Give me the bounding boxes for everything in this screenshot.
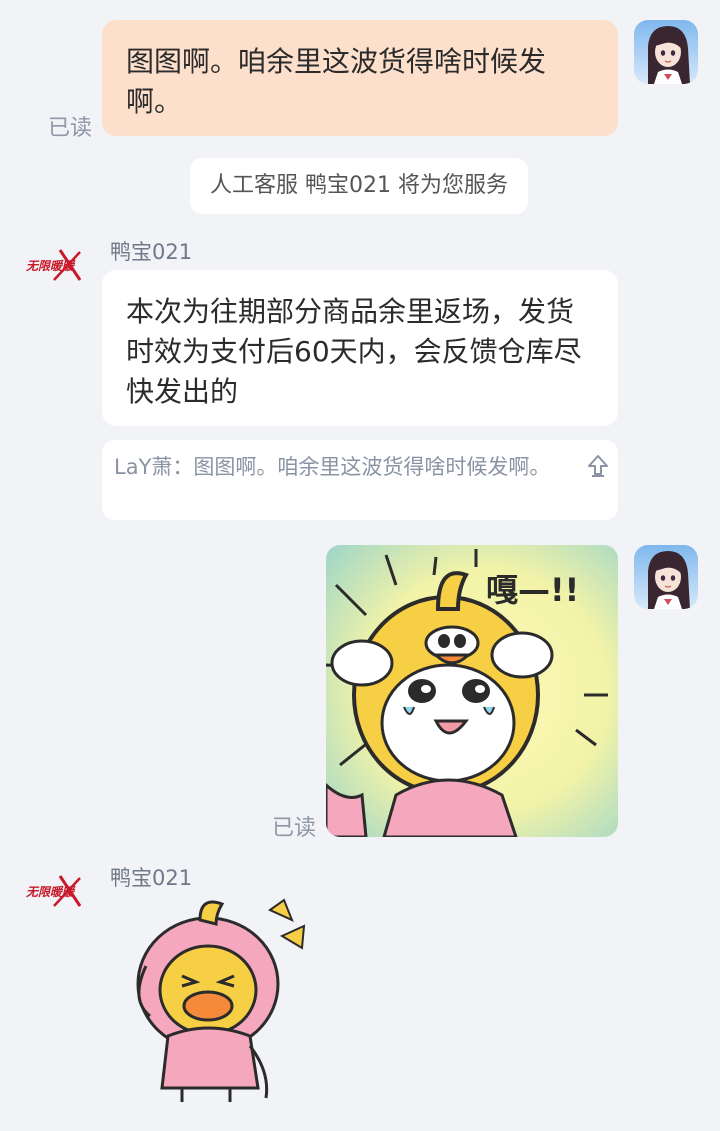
message-text: 图图啊。咱余里这波货得啥时候发啊。 bbox=[126, 45, 547, 118]
system-notice: 人工客服 鸭宝021 将为您服务 bbox=[190, 158, 528, 214]
agent-avatar[interactable]: 无限暖暖 bbox=[24, 874, 84, 908]
anime-girl-avatar-image bbox=[634, 545, 698, 609]
game-logo-icon: 无限暖暖 bbox=[25, 249, 82, 281]
user-sticker-message[interactable]: 嘎—!! bbox=[326, 545, 618, 837]
user-message-bubble[interactable]: 图图啊。咱余里这波货得啥时候发啊。 bbox=[102, 20, 618, 136]
game-logo-icon: 无限暖暖 bbox=[25, 875, 82, 907]
sender-name: 鸭宝021 bbox=[110, 240, 193, 264]
quoted-message[interactable]: LaY萧：图图啊。咱余里这波货得啥时候发啊。 bbox=[102, 440, 618, 520]
agent-avatar[interactable]: 无限暖暖 bbox=[24, 248, 84, 282]
duck-costume-sticker-image: 嘎—!! bbox=[326, 545, 618, 837]
svg-text:无限暖暖: 无限暖暖 bbox=[25, 885, 76, 899]
read-status: 已读 bbox=[272, 816, 317, 841]
user-avatar[interactable] bbox=[634, 20, 698, 84]
quote-text: LaY萧：图图啊。咱余里这波货得啥时候发啊。 bbox=[114, 455, 551, 479]
anime-girl-avatar-image bbox=[634, 20, 698, 84]
message-text: 本次为往期部分商品余里返场，发货时效为支付后60天内，会反馈仓库尽快发出的 bbox=[126, 295, 582, 408]
svg-text:无限暖暖: 无限暖暖 bbox=[25, 259, 76, 273]
agent-message-bubble[interactable]: 本次为往期部分商品余里返场，发货时效为支付后60天内，会反馈仓库尽快发出的 bbox=[102, 270, 618, 426]
agent-sticker-message[interactable] bbox=[120, 896, 320, 1106]
svg-text:嘎—!!: 嘎—!! bbox=[486, 571, 579, 609]
duck-salute-sticker-image bbox=[136, 898, 306, 1102]
user-avatar[interactable] bbox=[634, 545, 698, 609]
sender-name: 鸭宝021 bbox=[110, 866, 193, 890]
expand-quote-icon[interactable] bbox=[586, 452, 610, 478]
read-status: 已读 bbox=[48, 116, 93, 141]
